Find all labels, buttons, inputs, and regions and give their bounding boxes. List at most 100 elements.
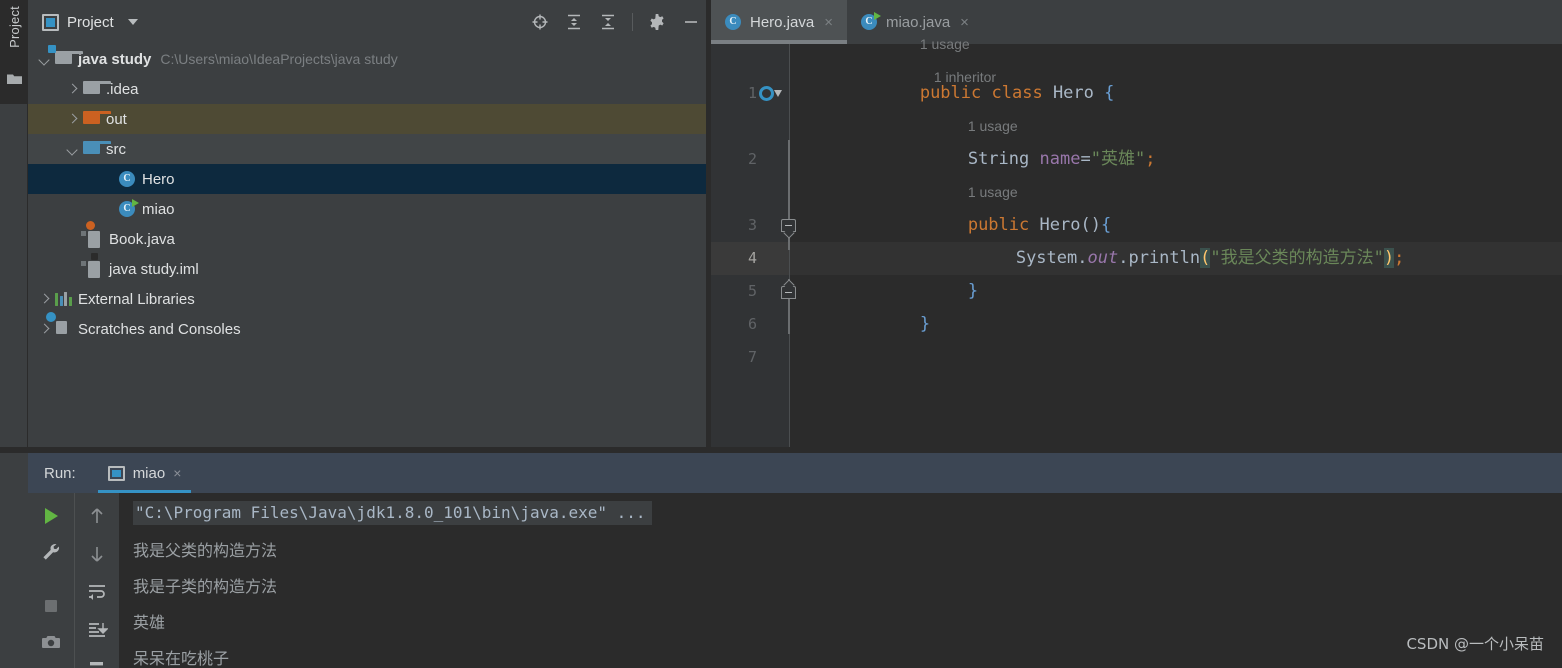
line-number: 7 — [747, 348, 757, 366]
console-output-line: 呆呆在吃桃子 — [133, 649, 230, 668]
run-toolbar-primary — [28, 493, 74, 668]
ide-window: Project Bookmarks Project — [0, 0, 1562, 668]
tree-node-miao[interactable]: C miao — [28, 194, 711, 224]
tool-window-button-project[interactable]: Project — [0, 0, 28, 104]
run-config-icon — [107, 465, 125, 481]
collapse-all-icon[interactable] — [598, 12, 618, 32]
project-folder-icon — [48, 44, 83, 68]
line-number: 6 — [747, 315, 757, 333]
fold-expand-icon[interactable] — [781, 286, 796, 299]
tree-node-label: Scratches and Consoles — [78, 320, 241, 338]
run-toolbar-secondary — [74, 493, 119, 668]
code-editor[interactable]: 1 usage 1 inheritor 1 public class Hero … — [711, 36, 1562, 447]
editor-area: C Hero.java × C miao.java × 1 usage 1 in… — [711, 0, 1562, 447]
chevron-down-icon[interactable] — [127, 19, 138, 25]
tree-node-java-study[interactable]: java study C:\Users\miao\IdeaProjects\ja… — [28, 44, 711, 74]
console-command-line: "C:\Program Files\Java\jdk1.8.0_101\bin\… — [133, 501, 652, 525]
line-number: 5 — [747, 282, 757, 300]
chevron-down-icon[interactable] — [38, 53, 51, 66]
code-content: 1 usage 1 inheritor 1 public class Hero … — [711, 36, 1562, 447]
tree-node-label: java study.iml — [109, 260, 199, 278]
overridden-marker-icon[interactable] — [774, 90, 782, 97]
fold-collapse-icon[interactable] — [781, 219, 796, 232]
tree-node-idea[interactable]: .idea — [28, 74, 711, 104]
arrow-up-icon[interactable] — [86, 505, 108, 527]
tree-node-src[interactable]: src — [28, 134, 711, 164]
close-icon[interactable]: × — [173, 465, 181, 481]
run-panel-label: Run: — [44, 464, 76, 482]
stop-icon[interactable] — [40, 595, 62, 617]
folder-icon — [7, 72, 22, 84]
run-tool-window: Run: miao × "C:\Program Files\Java\jdk1.… — [0, 453, 1562, 668]
semicolon: ; — [1145, 149, 1156, 169]
chevron-right-icon[interactable] — [38, 293, 51, 306]
brace-close: } — [919, 314, 931, 334]
tool-window-button-project-label: Project — [7, 6, 22, 48]
project-title-group[interactable]: Project — [42, 13, 138, 31]
line-number: 3 — [747, 216, 757, 234]
chevron-right-icon[interactable] — [38, 323, 51, 336]
identifier-system: System — [1015, 248, 1078, 268]
chevron-down-icon[interactable] — [66, 143, 79, 156]
semicolon: ; — [1394, 248, 1405, 268]
project-tree[interactable]: java study C:\Users\miao\IdeaProjects\ja… — [28, 44, 711, 447]
inlay-hint-constructor: 1 usage — [711, 176, 1562, 209]
tree-node-scratches[interactable]: Scratches and Consoles — [28, 311, 711, 344]
scratches-icon — [46, 311, 72, 338]
code-line-2: 2 String name="英雄"; — [711, 143, 1562, 176]
line-number-current: 4 — [747, 249, 757, 267]
run-panel-header: Run: miao × — [28, 453, 1562, 493]
run-console-output[interactable]: "C:\Program Files\Java\jdk1.8.0_101\bin\… — [119, 493, 1562, 668]
tree-node-hero[interactable]: C Hero — [28, 164, 711, 194]
method-println: println — [1128, 248, 1201, 268]
project-panel-title: Project — [67, 13, 114, 31]
soft-wrap-icon[interactable] — [86, 581, 108, 603]
java-file-icon — [81, 220, 103, 248]
code-line-6: 6 } — [711, 308, 1562, 341]
tree-node-external-libraries[interactable]: External Libraries — [28, 284, 711, 314]
scroll-to-end-icon[interactable] — [86, 619, 109, 641]
console-output-line: 我是父类的构造方法 — [133, 541, 278, 560]
chevron-right-icon[interactable] — [66, 113, 79, 126]
toolbar-divider — [632, 13, 633, 31]
camera-snapshot-icon[interactable] — [40, 631, 62, 653]
implemented-marker-icon[interactable] — [759, 86, 774, 101]
chevron-right-icon[interactable] — [66, 83, 79, 96]
tree-node-label: java study — [78, 50, 152, 68]
tree-node-label: External Libraries — [78, 290, 195, 308]
java-class-runnable-icon: C — [119, 198, 139, 218]
hide-icon[interactable] — [681, 12, 701, 32]
java-class-icon: C — [725, 13, 742, 31]
code-line-1: 1 public class Hero { — [711, 77, 1562, 110]
dot: . — [1077, 248, 1088, 268]
code-line-4: 4 System.out.println("我是父类的构造方法"); — [711, 242, 1562, 275]
line-number: 1 — [747, 84, 757, 102]
tree-node-book-java[interactable]: Book.java — [28, 220, 711, 254]
settings-gear-icon[interactable] — [647, 12, 667, 32]
code-line-7: 7 — [711, 341, 1562, 374]
matched-paren-open: ( — [1200, 248, 1211, 268]
tree-node-iml[interactable]: java study.iml — [28, 252, 711, 284]
select-opened-file-icon[interactable] — [530, 12, 550, 32]
folder-blue-icon — [83, 140, 111, 158]
expand-all-icon[interactable] — [564, 12, 584, 32]
folder-orange-icon — [83, 110, 111, 128]
iml-file-icon — [81, 252, 103, 278]
console-output-line: 我是子类的构造方法 — [133, 577, 278, 596]
project-panel-header: Project — [28, 0, 711, 44]
run-tab-label: miao — [132, 464, 166, 482]
tree-node-out[interactable]: out — [28, 104, 711, 134]
run-tab-miao[interactable]: miao × — [97, 453, 192, 493]
dot: . — [1118, 248, 1129, 268]
operator-assign: = — [1080, 149, 1091, 169]
rerun-icon[interactable] — [40, 505, 62, 527]
print-icon[interactable] — [86, 657, 108, 668]
field-name: name — [1039, 149, 1081, 169]
brace-close: } — [967, 281, 979, 301]
string-literal: "我是父类的构造方法" — [1210, 248, 1384, 268]
string-literal: "英雄" — [1090, 149, 1146, 169]
matched-paren-close: ) — [1383, 248, 1395, 268]
arrow-down-icon[interactable] — [86, 543, 108, 565]
wrench-settings-icon[interactable] — [40, 541, 62, 563]
class-name: Hero — [1052, 83, 1094, 103]
